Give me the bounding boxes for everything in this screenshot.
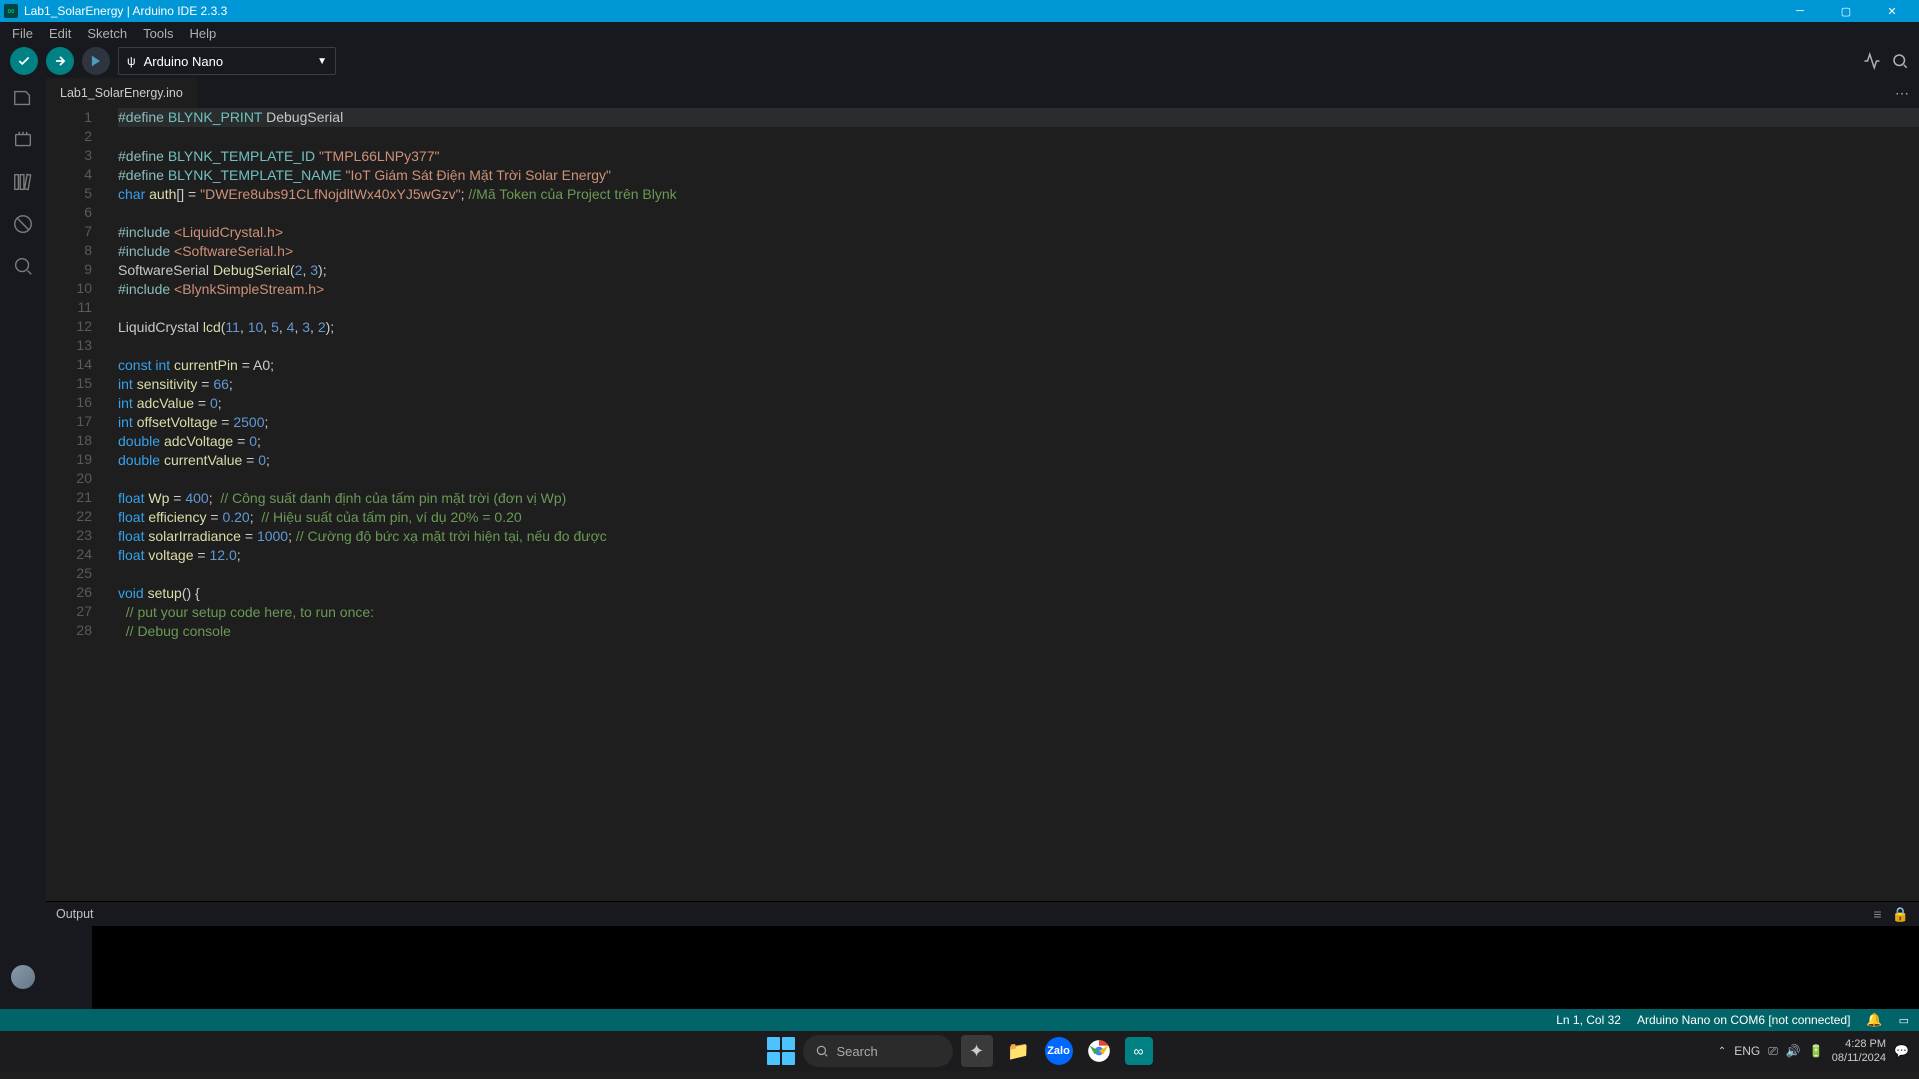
language-indicator[interactable]: ENG — [1734, 1044, 1760, 1058]
taskbar-chrome-icon[interactable] — [1081, 1033, 1117, 1069]
menubar: File Edit Sketch Tools Help — [0, 22, 1919, 44]
code-content[interactable]: #define BLYNK_PRINT DebugSerial #define … — [106, 108, 1919, 901]
boards-manager-icon[interactable] — [11, 128, 35, 152]
time: 4:28 PM — [1832, 1037, 1886, 1051]
network-icon[interactable]: ⎚ — [1768, 1044, 1778, 1059]
output-lock-icon[interactable]: 🔒 — [1892, 906, 1909, 923]
play-debug-icon — [89, 54, 103, 68]
output-label: Output — [56, 907, 94, 921]
taskbar-zalo-icon[interactable]: Zalo — [1045, 1037, 1073, 1065]
activity-bar — [0, 78, 46, 1009]
status-bar: Ln 1, Col 32 Arduino Nano on COM6 [not c… — [0, 1009, 1919, 1031]
sketchbook-icon[interactable] — [11, 86, 35, 110]
search-glass-icon — [815, 1044, 829, 1058]
close-button[interactable]: ✕ — [1869, 0, 1915, 22]
library-manager-icon[interactable] — [11, 170, 35, 194]
tab-label: Lab1_SolarEnergy.ino — [60, 86, 183, 100]
editor-tabs: Lab1_SolarEnergy.ino ⋯ — [46, 78, 1919, 108]
windows-taskbar: Search ✦ 📁 Zalo ∞ ⌃ ENG ⎚ 🔊 🔋 4:28 PM 08… — [0, 1031, 1919, 1071]
system-tray: ⌃ ENG ⎚ 🔊 🔋 4:28 PM 08/11/2024 💬 — [1718, 1037, 1909, 1065]
taskbar-arduino-icon[interactable]: ∞ — [1125, 1037, 1153, 1065]
dropdown-arrow-icon: ▼ — [317, 56, 327, 67]
pulse-icon — [1863, 52, 1881, 70]
verify-button[interactable] — [10, 47, 38, 75]
board-port-status[interactable]: Arduino Nano on COM6 [not connected] — [1637, 1013, 1850, 1027]
window-title: Lab1_SolarEnergy | Arduino IDE 2.3.3 — [24, 4, 227, 18]
window-titlebar: ∞ Lab1_SolarEnergy | Arduino IDE 2.3.3 ─… — [0, 0, 1919, 22]
serial-plotter-button[interactable] — [1863, 52, 1881, 70]
notifications-icon[interactable]: 🔔 — [1866, 1012, 1882, 1028]
menu-file[interactable]: File — [4, 24, 41, 43]
output-console[interactable] — [92, 926, 1919, 1009]
user-avatar[interactable] — [11, 965, 35, 989]
board-selector[interactable]: ψ Arduino Nano ▼ — [118, 47, 336, 75]
debug-button[interactable] — [82, 47, 110, 75]
menu-tools[interactable]: Tools — [135, 24, 181, 43]
clock[interactable]: 4:28 PM 08/11/2024 — [1832, 1037, 1886, 1065]
toolbar: ψ Arduino Nano ▼ — [0, 44, 1919, 78]
menu-edit[interactable]: Edit — [41, 24, 79, 43]
search-placeholder: Search — [837, 1044, 878, 1059]
start-button[interactable] — [767, 1037, 795, 1065]
menu-sketch[interactable]: Sketch — [79, 24, 135, 43]
line-numbers: 1234567891011121314151617181920212223242… — [46, 108, 106, 901]
taskbar-search[interactable]: Search — [803, 1035, 953, 1067]
debug-icon[interactable] — [11, 212, 35, 236]
notification-center-icon[interactable]: 💬 — [1894, 1044, 1909, 1058]
output-panel: Output ≡ 🔒 — [46, 901, 1919, 1009]
date: 08/11/2024 — [1832, 1051, 1886, 1065]
volume-icon[interactable]: 🔊 — [1786, 1044, 1801, 1058]
output-options-icon[interactable]: ≡ — [1873, 906, 1881, 923]
tray-chevron-icon[interactable]: ⌃ — [1718, 1046, 1726, 1057]
arrow-right-icon — [53, 54, 67, 68]
usb-icon: ψ — [127, 54, 136, 68]
taskbar-app-1[interactable]: ✦ — [961, 1035, 993, 1067]
file-tab[interactable]: Lab1_SolarEnergy.ino — [46, 78, 197, 108]
board-name: Arduino Nano — [144, 54, 224, 69]
battery-icon[interactable]: 🔋 — [1809, 1044, 1824, 1058]
taskbar-explorer-icon[interactable]: 📁 — [1001, 1033, 1037, 1069]
upload-button[interactable] — [46, 47, 74, 75]
serial-monitor-button[interactable] — [1891, 52, 1909, 70]
close-panel-icon[interactable]: ▭ — [1899, 1014, 1909, 1027]
arduino-app-icon: ∞ — [4, 4, 18, 18]
menu-help[interactable]: Help — [181, 24, 224, 43]
search-icon[interactable] — [11, 254, 35, 278]
tab-overflow-button[interactable]: ⋯ — [1895, 85, 1909, 102]
code-editor[interactable]: 1234567891011121314151617181920212223242… — [46, 108, 1919, 901]
check-icon — [17, 54, 31, 68]
minimize-button[interactable]: ─ — [1777, 0, 1823, 22]
cursor-position[interactable]: Ln 1, Col 32 — [1556, 1013, 1621, 1027]
maximize-button[interactable]: ▢ — [1823, 0, 1869, 22]
magnify-icon — [1891, 52, 1909, 70]
